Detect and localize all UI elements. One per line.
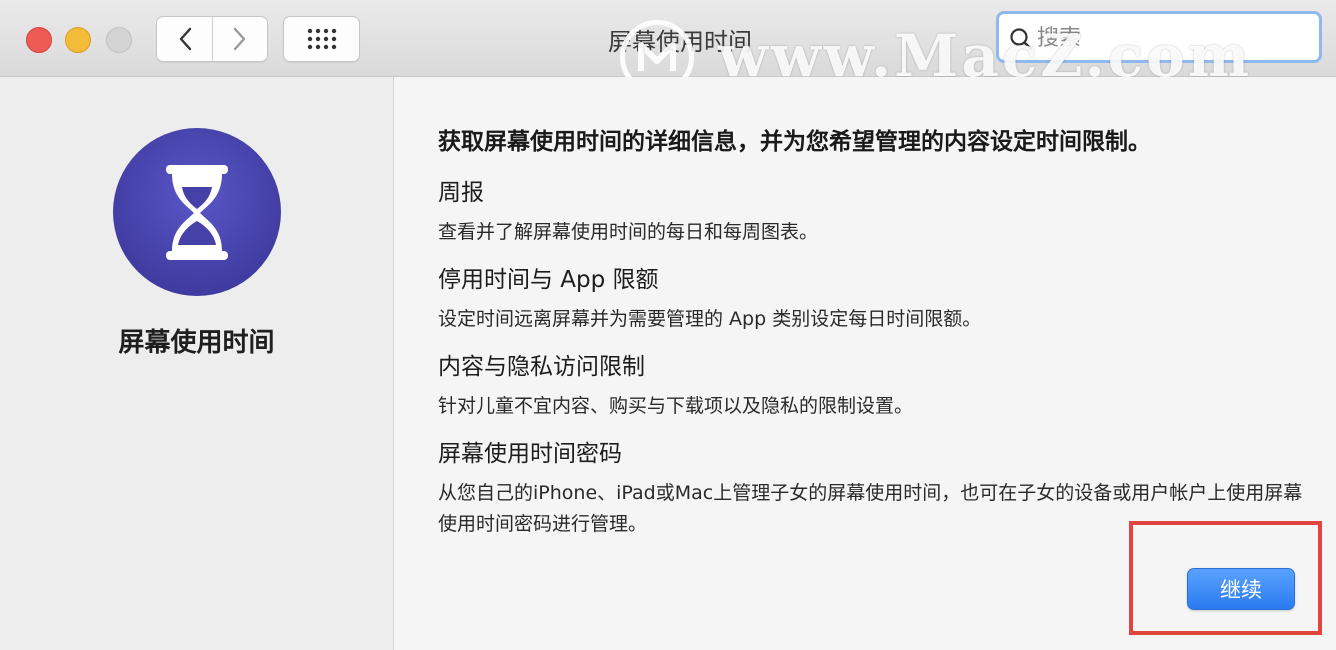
hourglass-icon — [113, 128, 281, 296]
title-bar: 屏幕使用时间 — [0, 0, 1336, 77]
chevron-left-icon — [179, 27, 191, 51]
preferences-window: 屏幕使用时间 www.MacZ.com — [0, 0, 1336, 650]
section-title: 停用时间与 App 限额 — [438, 267, 659, 293]
window-title: 屏幕使用时间 — [608, 28, 752, 56]
section-title: 内容与隐私访问限制 — [438, 354, 645, 380]
minimize-window-button[interactable] — [65, 27, 91, 53]
section-content-privacy: 内容与隐私访问限制 针对儿童不宜内容、购买与下载项以及隐私的限制设置。 — [438, 347, 1318, 422]
continue-button[interactable]: 继续 — [1187, 568, 1295, 610]
section-description: 查看并了解屏幕使用时间的每日和每周图表。 — [438, 221, 819, 243]
section-downtime-app-limits: 停用时间与 App 限额 设定时间远离屏幕并为需要管理的 App 类别设定每日时… — [438, 260, 1318, 335]
search-field[interactable] — [996, 11, 1322, 63]
grid-icon — [307, 28, 336, 50]
chevron-right-icon — [233, 27, 245, 51]
section-title: 屏幕使用时间密码 — [438, 441, 622, 467]
show-all-button[interactable] — [283, 16, 360, 62]
section-weekly-report: 周报 查看并了解屏幕使用时间的每日和每周图表。 — [438, 173, 1318, 248]
back-button[interactable] — [157, 17, 213, 61]
section-description: 设定时间远离屏幕并为需要管理的 App 类别设定每日时间限额。 — [438, 308, 982, 330]
search-input[interactable] — [1037, 23, 1307, 53]
close-window-button[interactable] — [26, 27, 52, 53]
sidebar: 屏幕使用时间 — [0, 77, 394, 650]
page-heading: 获取屏幕使用时间的详细信息，并为您希望管理的内容设定时间限制。 — [438, 129, 1151, 155]
section-description: 针对儿童不宜内容、购买与下载项以及隐私的限制设置。 — [438, 395, 914, 417]
zoom-window-button[interactable] — [106, 27, 132, 53]
navigation-buttons — [156, 16, 268, 62]
section-title: 周报 — [438, 180, 484, 206]
forward-button[interactable] — [212, 17, 267, 61]
search-icon — [1010, 28, 1033, 51]
app-name-label: 屏幕使用时间 — [118, 328, 275, 358]
